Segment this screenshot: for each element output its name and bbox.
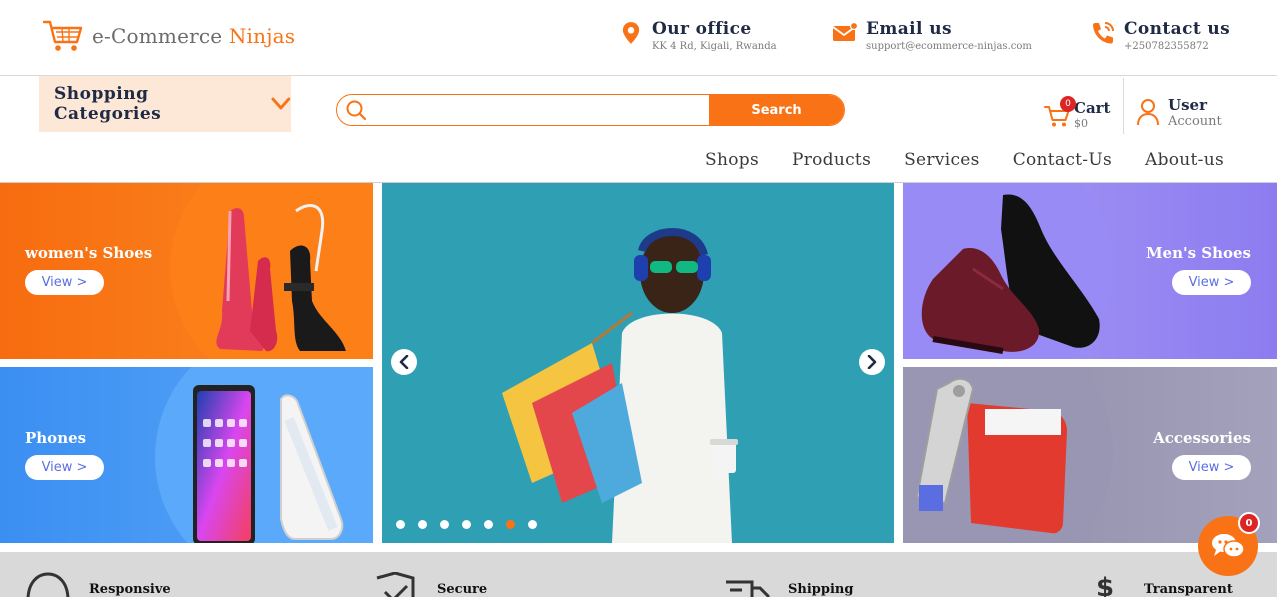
- view-phones-button[interactable]: View >: [25, 455, 104, 480]
- cart-count-badge: 0: [1060, 96, 1076, 112]
- feature-transparent-label: Transparent: [1144, 582, 1233, 597]
- phones-image: [193, 385, 344, 543]
- user-sub: Account: [1168, 114, 1222, 129]
- carousel-dot[interactable]: [462, 520, 471, 529]
- search-input[interactable]: [375, 95, 709, 125]
- office-info: Our office KK 4 Rd, Kigali, Rwanda: [618, 18, 777, 53]
- search-bar: Search: [336, 94, 845, 126]
- office-address: KK 4 Rd, Kigali, Rwanda: [652, 41, 777, 52]
- email-address: support@ecommerce-ninjas.com: [866, 41, 1032, 52]
- chevron-down-icon: [271, 97, 291, 110]
- carousel-dot[interactable]: [418, 520, 427, 529]
- banner-womens-title: women's Shoes: [25, 244, 153, 262]
- email-title: Email us: [866, 19, 952, 39]
- feature-responsive-label: Responsive: [89, 582, 171, 597]
- cart-logo-icon: [42, 20, 83, 51]
- truck-icon: [726, 580, 770, 597]
- contact-info[interactable]: Contact us +250782355872: [1090, 18, 1230, 53]
- user-account-button[interactable]: User Account: [1136, 96, 1222, 130]
- user-icon: [1137, 99, 1159, 126]
- features-bar: Responsive Secure Shipping $ Transparent: [0, 552, 1277, 597]
- chevron-left-icon: [399, 355, 409, 369]
- feature-transparent: $ Transparent: [1080, 572, 1233, 597]
- banner-accessories-title: Accessories: [1153, 429, 1251, 447]
- carousel-dots: [396, 520, 537, 529]
- logo-text-main: e-Commerce: [92, 24, 229, 48]
- chevron-right-icon: [867, 355, 877, 369]
- carousel-dot[interactable]: [506, 520, 515, 529]
- feature-secure: Secure: [373, 572, 487, 597]
- nav-divider: [1123, 78, 1124, 134]
- shopping-categories-button[interactable]: Shopping Categories: [39, 76, 291, 132]
- banner-phones-title: Phones: [25, 429, 87, 447]
- contact-title: Contact us: [1124, 19, 1231, 39]
- search-icon: [337, 95, 375, 125]
- svg-text:$: $: [1096, 573, 1114, 597]
- headset-icon: [26, 572, 70, 597]
- feature-secure-label: Secure: [437, 582, 488, 597]
- cart-label: Cart: [1074, 99, 1111, 117]
- cart-amount: $0: [1074, 117, 1088, 130]
- cart-button[interactable]: 0 Cart $0: [1044, 96, 1111, 130]
- banner-phones[interactable]: Phones View >: [0, 367, 373, 543]
- carousel-dot[interactable]: [396, 520, 405, 529]
- email-icon: [832, 21, 858, 41]
- main-menu: Shops Products Services Contact-Us About…: [705, 150, 1224, 170]
- shield-check-icon: [376, 572, 415, 597]
- mens-shoes-image: [921, 194, 1100, 354]
- hero-carousel[interactable]: [382, 183, 894, 543]
- carousel-prev-button[interactable]: [391, 349, 417, 375]
- logo[interactable]: e-Commerce Ninjas: [42, 18, 295, 54]
- view-accessories-button[interactable]: View >: [1172, 455, 1251, 480]
- carousel-next-button[interactable]: [859, 349, 885, 375]
- menu-item-shops[interactable]: Shops: [705, 150, 759, 170]
- shopping-categories-label: Shopping Categories: [54, 84, 162, 124]
- feature-responsive: Responsive: [25, 572, 171, 597]
- carousel-dot[interactable]: [440, 520, 449, 529]
- menu-item-services[interactable]: Services: [904, 150, 980, 170]
- dollar-icon: $: [1096, 573, 1114, 597]
- logo-text: e-Commerce Ninjas: [92, 24, 295, 48]
- carousel-dot[interactable]: [484, 520, 493, 529]
- email-info[interactable]: Email us support@ecommerce-ninjas.com: [832, 18, 1032, 53]
- contact-phone: +250782355872: [1124, 41, 1209, 52]
- office-title: Our office: [652, 19, 752, 39]
- accessories-image: [915, 377, 1067, 534]
- womens-shoes-image: [216, 204, 346, 352]
- feature-shipping: Shipping: [724, 572, 853, 597]
- user-title: User: [1168, 96, 1207, 114]
- chat-count-badge: 0: [1238, 512, 1260, 534]
- location-pin-icon: [622, 22, 640, 44]
- menu-item-contact-us[interactable]: Contact-Us: [1013, 150, 1112, 170]
- banner-mens-shoes[interactable]: Men's Shoes View >: [903, 183, 1277, 359]
- menu-item-about-us[interactable]: About-us: [1145, 150, 1224, 170]
- menu-item-products[interactable]: Products: [792, 150, 871, 170]
- logo-text-accent: Ninjas: [228, 24, 296, 48]
- banner-mens-title: Men's Shoes: [1145, 244, 1251, 262]
- feature-shipping-label: Shipping: [788, 582, 854, 597]
- view-womens-shoes-button[interactable]: View >: [25, 270, 104, 295]
- phone-icon: [1093, 22, 1114, 44]
- top-bar: e-Commerce Ninjas Our office KK 4 Rd, Ki…: [0, 0, 1277, 76]
- chat-bubbles-icon: [1212, 534, 1245, 558]
- carousel-dot[interactable]: [528, 520, 537, 529]
- search-button[interactable]: Search: [709, 95, 844, 125]
- view-mens-shoes-button[interactable]: View >: [1172, 270, 1251, 295]
- chat-button[interactable]: 0: [1198, 512, 1260, 576]
- hero-shopper-image: [502, 228, 738, 543]
- banner-womens-shoes[interactable]: women's Shoes View >: [0, 183, 373, 359]
